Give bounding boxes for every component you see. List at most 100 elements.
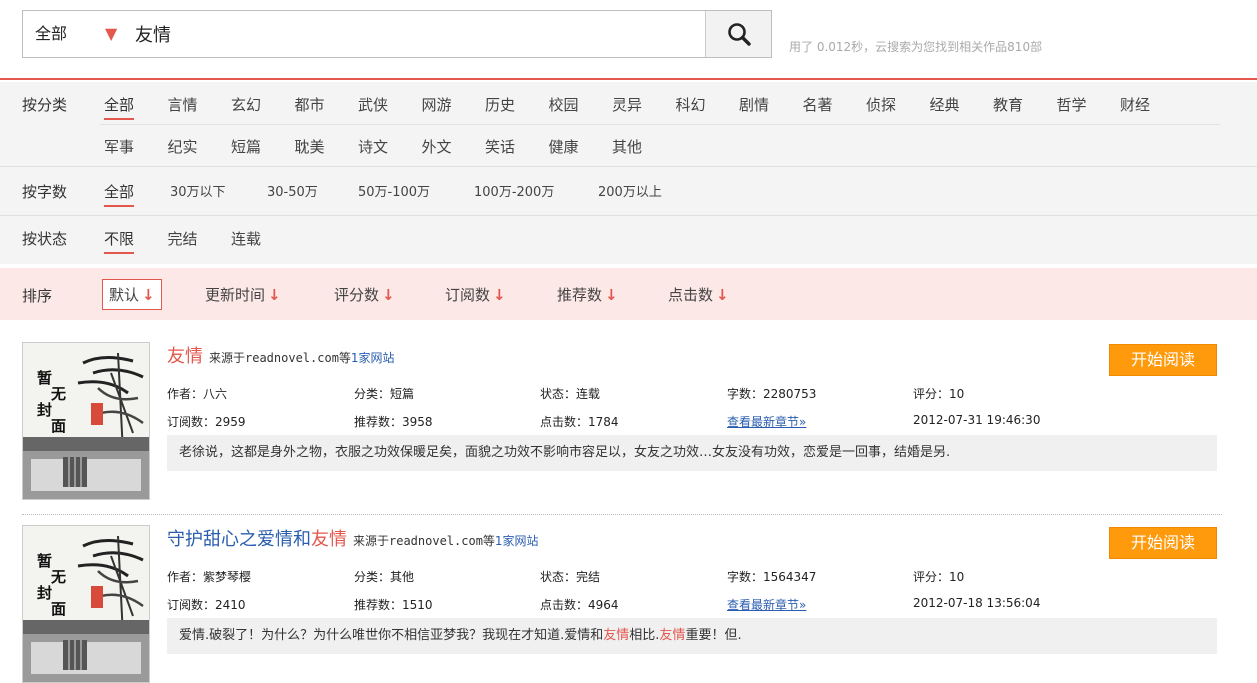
sort-item-label: 订阅数: [445, 286, 491, 304]
description-highlight: 友情: [659, 628, 686, 643]
meta-latest-chapter-link[interactable]: 查看最新章节»: [727, 596, 806, 613]
start-reading-button[interactable]: 开始阅读: [1109, 344, 1217, 376]
category-item[interactable]: 灵异: [612, 94, 642, 115]
meta-words: 字数：1564347: [727, 570, 817, 584]
meta-score: 评分：10: [913, 387, 965, 401]
category-item[interactable]: 都市: [295, 94, 325, 115]
result-info: 用了 0.012秒，云搜索为您找到相关作品810部: [789, 40, 1043, 54]
description-text: 相比.: [629, 628, 660, 643]
sort-item[interactable]: 订阅数 ↓: [445, 284, 506, 305]
category-item[interactable]: 其他: [612, 136, 642, 157]
category-item[interactable]: 武侠: [358, 94, 388, 115]
sort-item[interactable]: 点击数 ↓: [668, 284, 729, 305]
triangle-down-icon[interactable]: ▼: [105, 11, 117, 57]
book-cover[interactable]: 暂 无 封 面: [22, 525, 150, 683]
book-cover[interactable]: 暂 无 封 面: [22, 342, 150, 500]
source-link[interactable]: 1家网站: [495, 534, 539, 548]
category-item[interactable]: 耽美: [295, 136, 325, 157]
sort-item[interactable]: 评分数 ↓: [334, 284, 395, 305]
wordcount-filter: 按字数 全部 30万以下 30-50万 50万-100万 100万-200万 200万以上: [0, 167, 1257, 215]
wordcount-item[interactable]: 200万以上: [598, 181, 662, 200]
category-item[interactable]: 财经: [1120, 94, 1150, 115]
sort-item[interactable]: 更新时间 ↓: [205, 284, 281, 305]
category-item[interactable]: 笑话: [485, 136, 515, 157]
search-button[interactable]: [705, 11, 771, 57]
sort-item-label: 点击数: [668, 286, 714, 304]
wordcount-label: 按字数: [22, 183, 68, 201]
meta-update-time: 2012-07-31 19:46:30: [913, 413, 1041, 427]
wordcount-item[interactable]: 30-50万: [267, 181, 318, 200]
category-item[interactable]: 军事: [104, 136, 134, 157]
category-item[interactable]: 网游: [422, 94, 452, 115]
search-scope-select[interactable]: 全部: [35, 11, 67, 57]
sort-item-label: 默认: [109, 286, 140, 304]
arrow-down-icon: ↓: [382, 286, 395, 304]
description-highlight: 友情: [603, 628, 630, 643]
status-item[interactable]: 不限: [104, 228, 135, 254]
book-description: 老徐说，这都是身外之物，衣服之功效保暖足矣，面貌之功效不影响市容足以，女友之功效…: [167, 435, 1217, 471]
status-item[interactable]: 完结: [168, 228, 198, 249]
wordcount-item[interactable]: 50万-100万: [358, 181, 430, 200]
category-item[interactable]: 科幻: [676, 94, 706, 115]
wordcount-item[interactable]: 100万-200万: [474, 181, 554, 200]
category-item[interactable]: 侦探: [866, 94, 896, 115]
cover-text: 封: [37, 401, 52, 419]
meta-author: 作者：八六: [167, 387, 228, 401]
cover-placeholder-image: 暂 无 封 面: [23, 343, 149, 499]
meta-clicks: 点击数：4964: [540, 598, 619, 612]
cover-text: 面: [51, 600, 66, 618]
category-item[interactable]: 纪实: [168, 136, 198, 157]
meta-recommendations: 推荐数：1510: [354, 598, 433, 612]
category-item[interactable]: 哲学: [1057, 94, 1087, 115]
sort-item-label: 推荐数: [557, 286, 603, 304]
book-title-highlight: 友情: [167, 346, 203, 367]
category-item[interactable]: 短篇: [231, 136, 261, 157]
search-box: 全部 ▼: [22, 10, 772, 58]
description-text: 重要！但.: [685, 628, 742, 643]
book-title-text: 守护甜心之爱情和: [167, 529, 311, 550]
cover-text: 暂: [37, 552, 52, 570]
status-item[interactable]: 连载: [231, 228, 261, 249]
meta-status: 状态：完结: [540, 570, 601, 584]
sort-item[interactable]: 推荐数 ↓: [557, 284, 618, 305]
cover-text: 面: [51, 417, 66, 435]
category-item[interactable]: 名著: [803, 94, 833, 115]
meta-subscriptions: 订阅数：2410: [167, 598, 246, 612]
category-item[interactable]: 言情: [168, 94, 198, 115]
category-item[interactable]: 经典: [930, 94, 960, 115]
source-link[interactable]: 1家网站: [351, 351, 395, 365]
search-input[interactable]: [135, 11, 705, 57]
description-text: 爱情.破裂了！为什么？为什么唯世你不相信亚梦我？我现在才知道.爱情和: [179, 628, 604, 643]
meta-clicks: 点击数：1784: [540, 415, 619, 429]
meta-author: 作者：紫梦琴樱: [167, 570, 252, 584]
category-item[interactable]: 剧情: [739, 94, 769, 115]
result-item: 暂 无 封 面 友情 来源于readnovel.com等1家网站作者：八六 分类：短…: [0, 340, 1257, 510]
category-item[interactable]: 校园: [549, 94, 579, 115]
sort-item[interactable]: 默认 ↓: [102, 279, 162, 310]
wordcount-item[interactable]: 30万以下: [170, 181, 226, 200]
meta-recommendations: 推荐数：3958: [354, 415, 433, 429]
category-item[interactable]: 健康: [549, 136, 579, 157]
category-item[interactable]: 玄幻: [231, 94, 261, 115]
category-item[interactable]: 全部: [104, 94, 135, 120]
book-title-link[interactable]: 友情: [167, 346, 203, 367]
meta-update-time: 2012-07-18 13:56:04: [913, 596, 1041, 610]
start-reading-button[interactable]: 开始阅读: [1109, 527, 1217, 559]
arrow-down-icon: ↓: [268, 286, 281, 304]
category-item[interactable]: 教育: [993, 94, 1023, 115]
search-header: 全部 ▼ 用了 0.012秒，云搜索为您找到相关作品810部: [0, 0, 1257, 80]
category-item[interactable]: 诗文: [358, 136, 388, 157]
meta-category: 分类：其他: [354, 570, 415, 584]
arrow-down-icon: ↓: [493, 286, 506, 304]
meta-latest-chapter-link[interactable]: 查看最新章节»: [727, 413, 806, 430]
cover-text: 无: [50, 568, 66, 586]
sort-bar: 排序 默认 ↓ 更新时间 ↓ 评分数 ↓ 订阅数 ↓ 推荐数 ↓ 点击数 ↓: [0, 268, 1257, 320]
book-title-link[interactable]: 守护甜心之爱情和友情: [167, 529, 347, 550]
wordcount-item[interactable]: 全部: [104, 181, 135, 207]
source-text: 来源于readnovel.com等: [209, 351, 351, 365]
source-text: 来源于readnovel.com等: [353, 534, 495, 548]
meta-category: 分类：短篇: [354, 387, 415, 401]
category-item[interactable]: 外文: [422, 136, 452, 157]
book-description: 爱情.破裂了！为什么？为什么唯世你不相信亚梦我？我现在才知道.爱情和友情相比.友…: [167, 618, 1217, 654]
category-item[interactable]: 历史: [485, 94, 515, 115]
